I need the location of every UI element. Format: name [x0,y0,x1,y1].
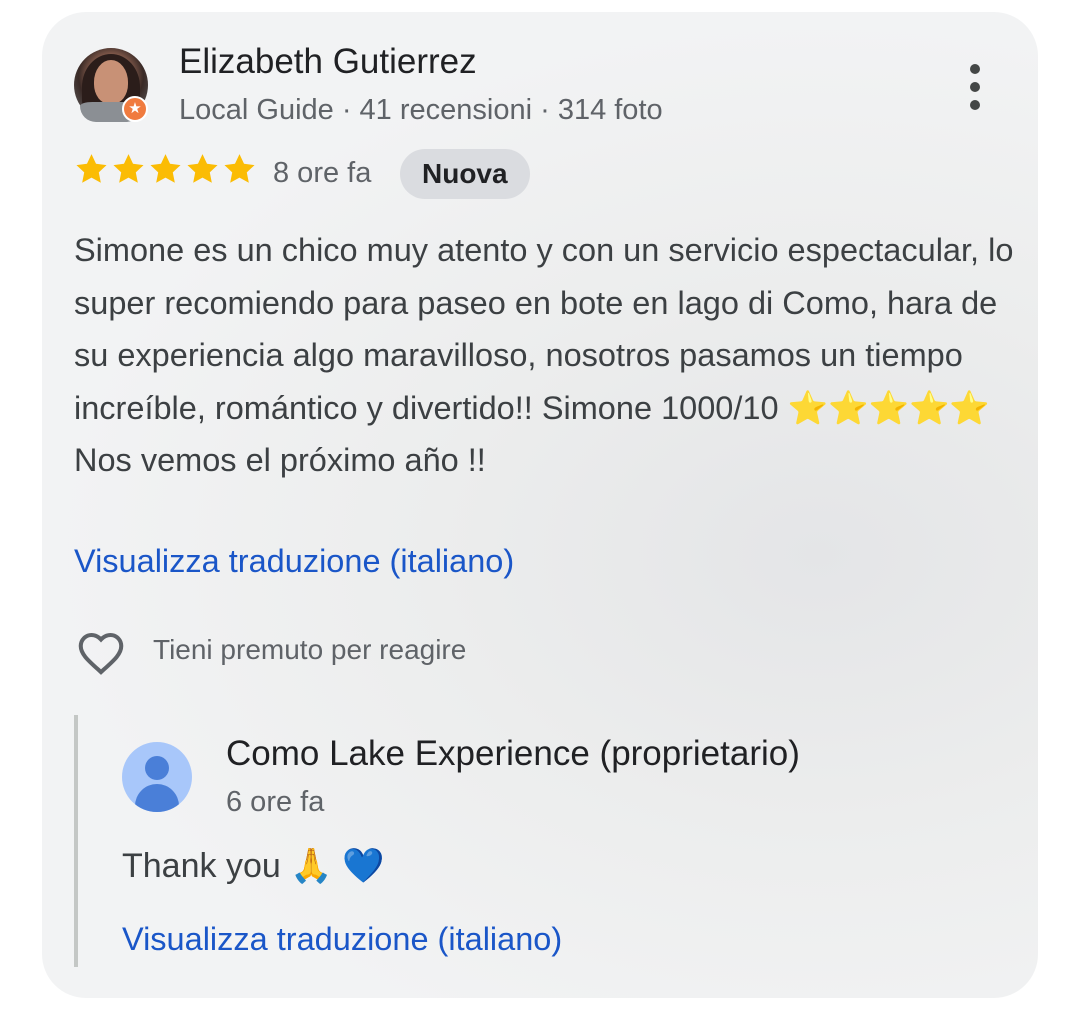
owner-avatar [122,742,192,812]
reviewer-name[interactable]: Elizabeth Gutierrez [179,42,477,82]
new-badge: Nuova [400,149,530,199]
reviewer-meta: Local Guide · 41 recensioni · 314 foto [179,94,663,126]
star-icon [150,154,181,183]
local-guide-star-icon: ★ [122,96,148,122]
review-text: Simone es un chico muy atento y con un s… [74,232,1014,478]
star-icon [187,154,218,183]
star-icon [224,154,255,183]
star-icon [113,154,144,183]
translate-review-link[interactable]: Visualizza traduzione (italiano) [74,538,514,584]
more-vert-icon[interactable] [958,60,992,114]
owner-name: Como Lake Experience (proprietario) [226,734,800,773]
reply-divider [74,715,78,967]
person-icon-head [145,756,169,780]
owner-reply-text: Thank you 🙏 💙 [122,847,385,885]
review-time: 8 ore fa [273,157,372,189]
star-icon [76,154,107,183]
heart-outline-icon[interactable] [74,626,128,680]
translate-reply-link[interactable]: Visualizza traduzione (italiano) [122,916,562,962]
rating-stars [74,151,257,191]
avatar-face [94,60,128,104]
person-icon-body [135,784,179,812]
react-hint: Tieni premuto per reagire [153,634,467,665]
owner-reply-time: 6 ore fa [226,786,325,818]
review-card: ★ Elizabeth Gutierrez Local Guide · 41 r… [42,12,1038,998]
reviewer-avatar[interactable]: ★ [74,48,148,122]
